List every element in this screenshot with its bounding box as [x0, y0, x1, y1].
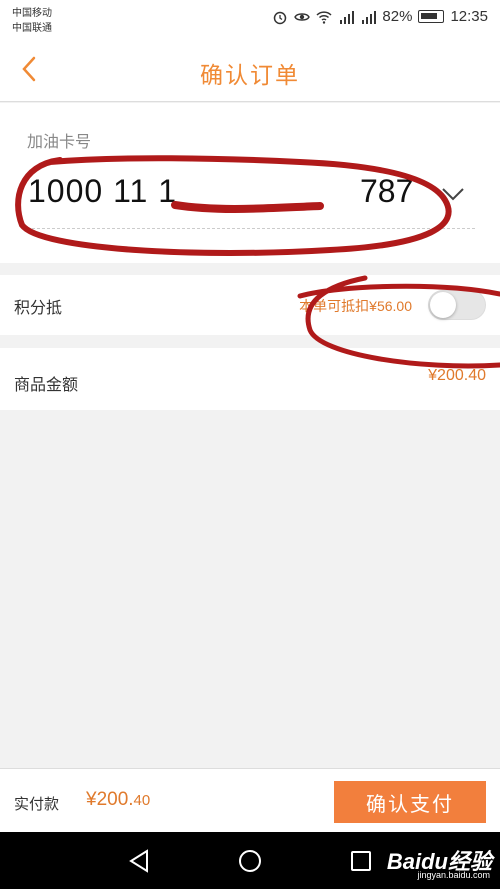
alarm-icon: [274, 11, 287, 24]
eye-icon: [294, 12, 311, 21]
card-section: 加油卡号 1000 11 1 787: [0, 103, 500, 263]
points-row: 积分抵 本单可抵扣¥56.00: [0, 275, 500, 335]
points-label: 积分抵: [14, 300, 63, 317]
nav-bar: 确认订单: [0, 38, 500, 102]
signal-4g-icon: [362, 10, 377, 24]
status-bar: 中国移动 中国联通 82% 12:35: [0, 0, 500, 38]
battery-icon: [418, 10, 445, 23]
card-label: 加油卡号: [27, 134, 92, 151]
card-number[interactable]: 1000 11 1: [28, 173, 177, 210]
pay-amount: ¥200.40: [86, 789, 150, 811]
pay-amount-cents: 40: [133, 792, 151, 809]
product-amount-value: ¥200.40: [428, 367, 486, 384]
confirm-pay-button[interactable]: 确认支付: [334, 781, 486, 823]
carrier-1: 中国移动: [12, 8, 52, 19]
product-amount-label: 商品金额: [14, 377, 79, 394]
status-icons: 82% 12:35: [272, 8, 488, 25]
system-nav-bar: Baidu经验 jingyan.baidu.com: [0, 832, 500, 889]
page-title: 确认订单: [200, 62, 300, 88]
system-recents-icon[interactable]: [351, 851, 371, 871]
checkout-bar: 实付款 ¥200.40 确认支付: [0, 768, 500, 832]
product-amount-row: 商品金额 ¥200.40: [0, 348, 500, 410]
system-home-icon[interactable]: [238, 849, 262, 873]
card-number-suffix[interactable]: 787: [360, 173, 413, 210]
chevron-down-icon[interactable]: [440, 185, 466, 203]
card-divider: [27, 228, 475, 229]
watermark-url: jingyan.baidu.com: [417, 870, 490, 880]
toggle-knob: [430, 292, 456, 318]
battery-percent: 82%: [382, 8, 413, 25]
pay-label: 实付款: [14, 796, 60, 813]
signal-2g-icon: [340, 10, 355, 24]
points-hint: 本单可抵扣¥56.00: [299, 298, 412, 314]
pay-amount-main: ¥200.: [86, 789, 134, 810]
wifi-icon: [316, 10, 332, 24]
clock: 12:35: [450, 8, 488, 25]
points-toggle[interactable]: [428, 290, 486, 320]
system-back-icon[interactable]: [128, 849, 150, 873]
carrier-2: 中国联通: [12, 23, 52, 34]
